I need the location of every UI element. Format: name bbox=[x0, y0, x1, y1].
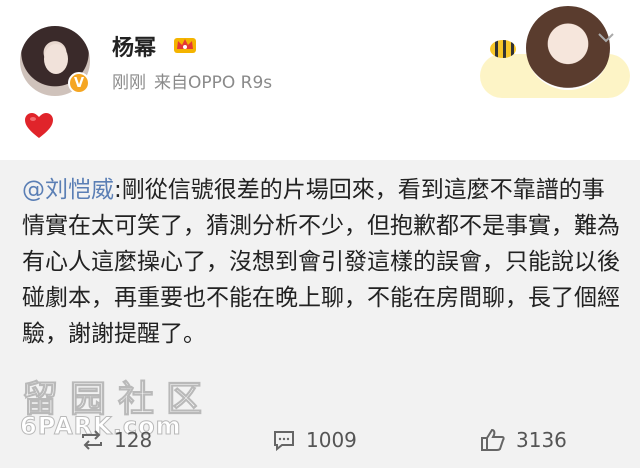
bee-icon bbox=[490, 40, 516, 58]
post-source[interactable]: 来自OPPO R9s bbox=[154, 73, 272, 93]
like-button[interactable]: 3136 bbox=[480, 428, 567, 452]
post-meta: 刚刚 来自OPPO R9s bbox=[112, 68, 272, 93]
avatar-face bbox=[44, 44, 68, 74]
comment-icon bbox=[274, 431, 294, 451]
repost-content: @刘恺威:剛從信號很差的片場回來，看到這麼不靠譜的事情實在太可笑了，猜測分析不少… bbox=[22, 172, 622, 352]
weibo-post: V 杨幂 刚刚 来自OPPO R9s bbox=[0, 0, 640, 160]
thumbs-up-icon bbox=[481, 428, 505, 451]
post-time: 刚刚 bbox=[112, 73, 146, 93]
card-decoration bbox=[480, 6, 630, 98]
red-heart-icon bbox=[25, 113, 53, 138]
comment-count: 1009 bbox=[306, 428, 357, 452]
chevron-down-icon[interactable] bbox=[596, 28, 616, 48]
like-count: 3136 bbox=[516, 428, 567, 452]
repost-icon bbox=[82, 430, 102, 450]
repost-button[interactable]: 128 bbox=[80, 428, 152, 452]
comment-button[interactable]: 1009 bbox=[272, 428, 357, 452]
repost-count: 128 bbox=[114, 428, 153, 452]
action-bar: 128 1009 3136 bbox=[0, 416, 640, 468]
crown-icon bbox=[174, 38, 196, 53]
v-badge-icon: V bbox=[68, 72, 90, 94]
author-name[interactable]: 杨幂 bbox=[112, 30, 156, 62]
cartoon-portrait bbox=[526, 6, 610, 90]
mention-link[interactable]: @刘恺威 bbox=[22, 177, 114, 203]
